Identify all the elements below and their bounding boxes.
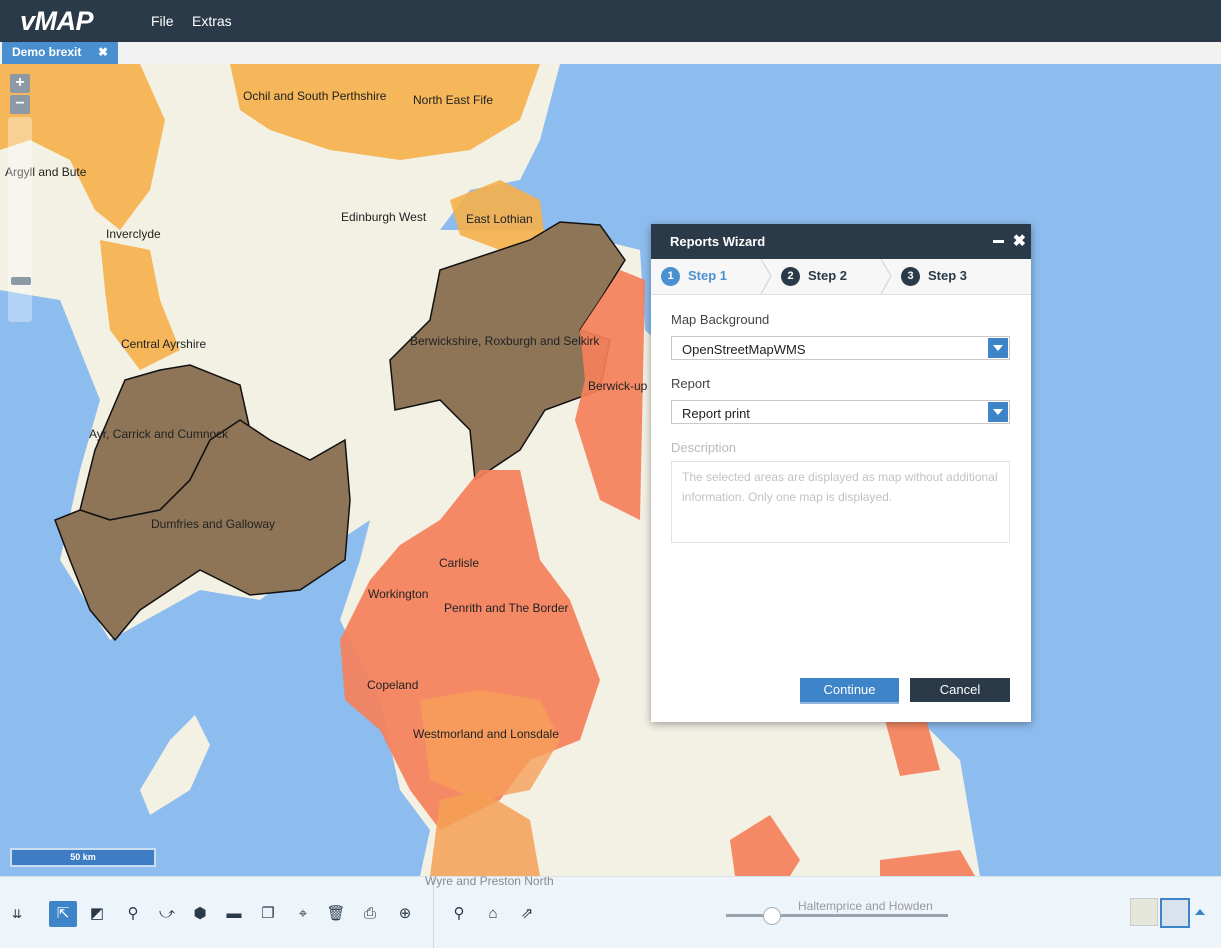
bottom-toolbar: ⇊ ⇱ ◩ ⚲ ⤻ ⬢ ▬ ❐ ⌖ 🗑 ⎙ ⊕ ⚲ ⌂ ⇗ Wyre and P… xyxy=(0,874,1221,948)
map-label-central-ayrshire: Central Ayrshire xyxy=(121,337,207,351)
cancel-button[interactable]: Cancel xyxy=(910,678,1010,702)
print-icon[interactable]: ⎙ xyxy=(359,903,381,925)
report-label: Report xyxy=(671,376,711,391)
chevron-down-icon[interactable] xyxy=(988,402,1008,422)
map-label-workington: Workington xyxy=(368,587,429,601)
step-label: Step 1 xyxy=(688,268,728,283)
step-label: Step 3 xyxy=(928,268,968,283)
map-label-dumfries: Dumfries and Galloway xyxy=(151,517,276,531)
step-number: 1 xyxy=(661,267,680,286)
polygon-icon[interactable]: ⬢ xyxy=(189,903,211,925)
select-add-icon[interactable]: ⇱ xyxy=(49,901,77,927)
zoom-out-button[interactable]: − xyxy=(10,95,30,114)
description-label: Description xyxy=(671,440,737,455)
step-number: 2 xyxy=(781,267,800,286)
step-2-tab[interactable]: 2 Step 2 xyxy=(781,259,881,294)
map-background-value: OpenStreetMapWMS xyxy=(682,342,806,357)
basemap-thumbnail-2[interactable] xyxy=(1160,898,1190,928)
reports-wizard-dialog: Reports Wizard ✖ 1 Step 1 2 Step 2 3 Ste… xyxy=(651,224,1031,722)
opacity-slider[interactable] xyxy=(726,914,948,917)
wizard-steps: 1 Step 1 2 Step 2 3 Step 3 xyxy=(651,259,1031,295)
tab-strip: Demo brexit ✖ xyxy=(0,42,1221,65)
delete-icon[interactable]: 🗑 xyxy=(325,903,347,925)
zoom-in-icon[interactable]: ⊕ xyxy=(394,903,416,925)
minimize-icon[interactable] xyxy=(993,240,1004,243)
home-icon[interactable]: ⌂ xyxy=(482,903,504,925)
scale-bar: 50 km xyxy=(10,848,156,867)
draw-line-icon[interactable]: ⤻ xyxy=(156,903,178,925)
map-label-wyre: Wyre and Preston North xyxy=(425,874,554,888)
menu-extras[interactable]: Extras xyxy=(192,13,232,29)
app-logo: vMAP xyxy=(20,6,94,36)
map-label-edinburgh-west: Edinburgh West xyxy=(341,210,427,224)
close-icon[interactable]: ✖ xyxy=(1013,231,1026,251)
report-select[interactable]: Report print xyxy=(671,400,1010,424)
map-background-label: Map Background xyxy=(671,312,770,327)
chevron-down-icon[interactable] xyxy=(988,338,1008,358)
map-route-icon[interactable]: ⌖ xyxy=(292,903,314,925)
opacity-slider-handle[interactable] xyxy=(763,907,781,925)
copy-layer-icon[interactable]: ❐ xyxy=(257,903,279,925)
close-icon[interactable]: ✖ xyxy=(98,42,108,63)
map-label-carlisle: Carlisle xyxy=(439,556,480,570)
expand-up-icon[interactable] xyxy=(1195,909,1205,915)
map-label-ochil: Ochil and South Perthshire xyxy=(243,89,387,103)
map-label-westmorland: Westmorland and Lonsdale xyxy=(413,727,559,741)
map-label-copeland: Copeland xyxy=(367,678,419,692)
map-canvas[interactable]: Ochil and South Perthshire North East Fi… xyxy=(0,64,1221,876)
continue-button[interactable]: Continue xyxy=(800,678,899,702)
map-label-east-lothian: East Lothian xyxy=(466,212,533,226)
step-label: Step 2 xyxy=(808,268,848,283)
share-icon[interactable]: ⇗ xyxy=(516,903,538,925)
basemap-thumbnail-1[interactable] xyxy=(1130,898,1158,926)
map-label-berwick: Berwick-up xyxy=(588,379,648,393)
map-background-select[interactable]: OpenStreetMapWMS xyxy=(671,336,1010,360)
map-layer xyxy=(0,64,1221,876)
dialog-title: Reports Wizard xyxy=(670,234,766,249)
zoom-in-button[interactable]: + xyxy=(10,74,30,93)
report-value: Report print xyxy=(682,406,750,421)
collapse-icon[interactable]: ⇊ xyxy=(6,903,28,925)
search-icon[interactable]: ⚲ xyxy=(448,903,470,925)
map-label-ayr: Ayr, Carrick and Cumnock xyxy=(89,427,229,441)
zoom-slider-handle[interactable] xyxy=(11,277,31,285)
measure-icon[interactable]: ▬ xyxy=(223,903,245,925)
zoom-control: + − xyxy=(10,74,30,116)
description-field: The selected areas are displayed as map … xyxy=(671,461,1010,543)
step-number: 3 xyxy=(901,267,920,286)
map-label-berwickshire: Berwickshire, Roxburgh and Selkirk xyxy=(410,334,600,348)
menu-file[interactable]: File xyxy=(151,13,174,29)
map-label-inverclyde: Inverclyde xyxy=(106,227,161,241)
step-3-tab[interactable]: 3 Step 3 xyxy=(901,259,1001,294)
tab-demo-brexit[interactable]: Demo brexit ✖ xyxy=(2,42,118,64)
dialog-header[interactable]: Reports Wizard ✖ xyxy=(651,224,1031,259)
map-label-north-east-fife: North East Fife xyxy=(413,93,494,107)
map-label-penrith: Penrith and The Border xyxy=(444,601,569,615)
app-header: vMAP File Extras xyxy=(0,0,1221,42)
pin-icon[interactable]: ⚲ xyxy=(122,903,144,925)
zoom-slider[interactable] xyxy=(8,117,32,322)
eraser-icon[interactable]: ◩ xyxy=(86,903,108,925)
map-label-haltemprice: Haltemprice and Howden xyxy=(798,899,933,913)
step-1-tab[interactable]: 1 Step 1 xyxy=(661,259,761,294)
tab-label: Demo brexit xyxy=(12,45,82,59)
